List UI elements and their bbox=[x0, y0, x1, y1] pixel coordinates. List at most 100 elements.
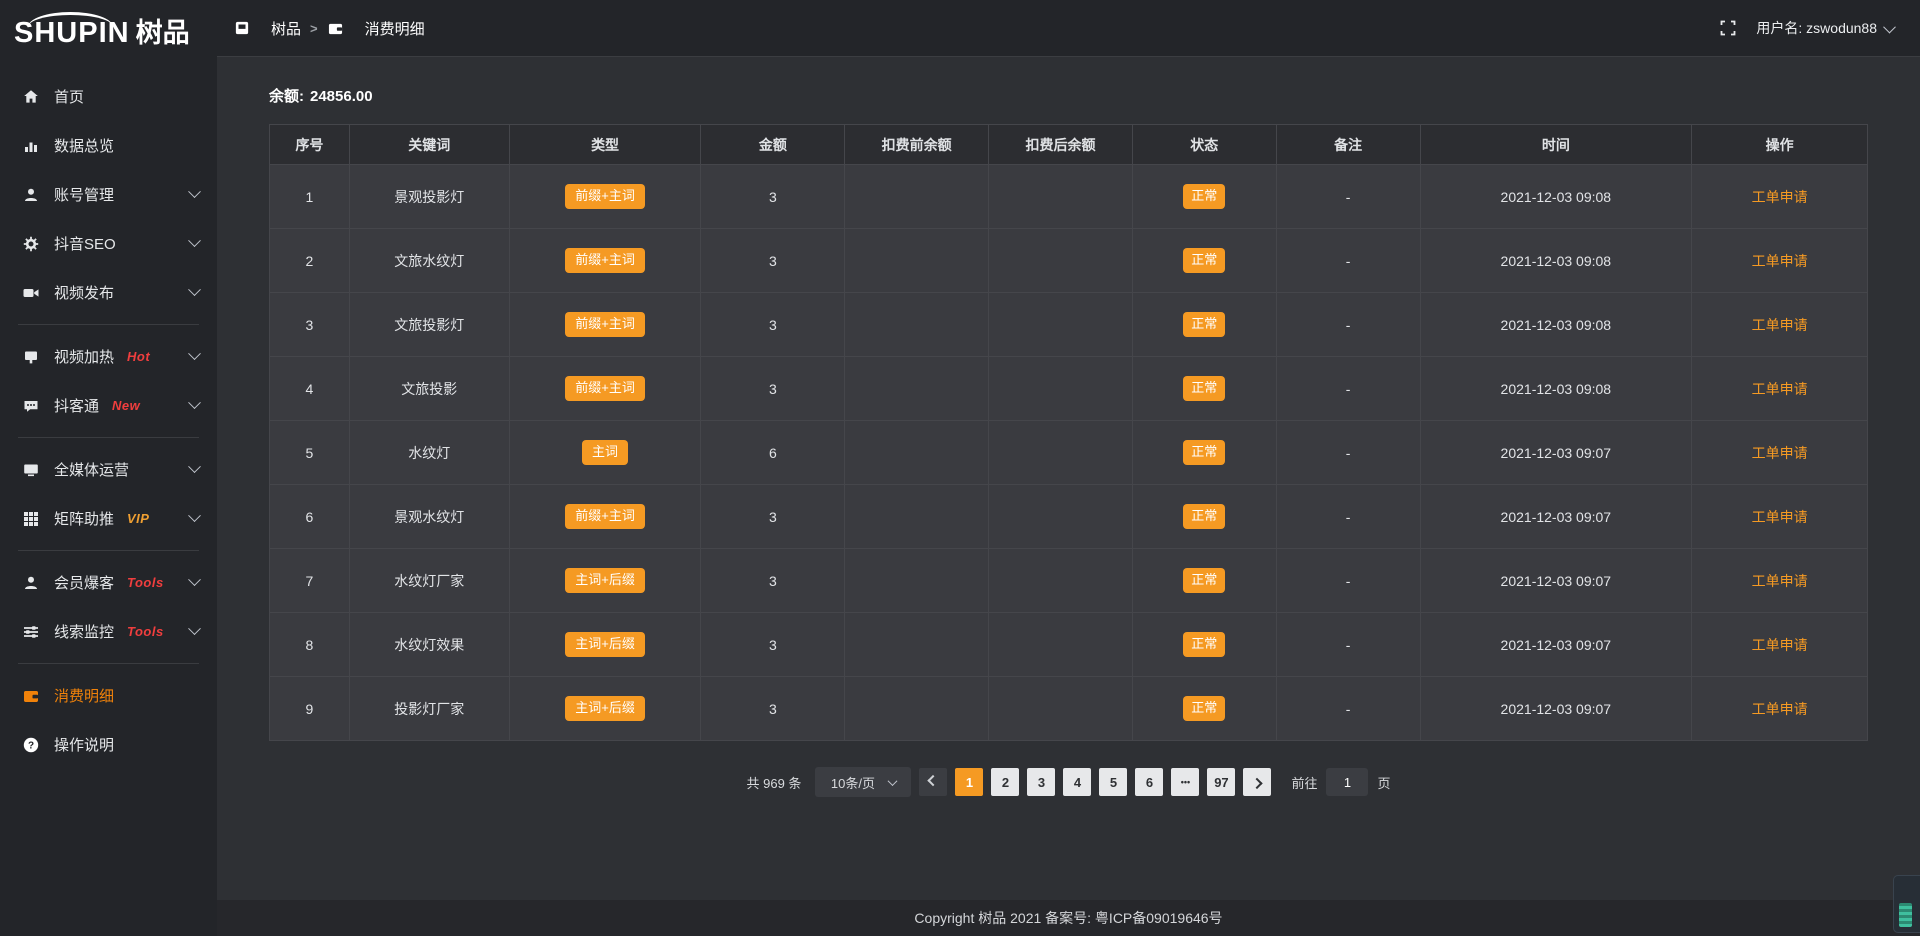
cell-balance-before bbox=[845, 549, 989, 613]
ticket-request-link[interactable]: 工单申请 bbox=[1752, 509, 1808, 525]
cell-index: 6 bbox=[270, 485, 350, 549]
cell-remark: - bbox=[1276, 229, 1420, 293]
page-button-2[interactable]: 2 bbox=[991, 768, 1019, 796]
total-count: 共 969 条 bbox=[747, 773, 802, 792]
column-header: 类型 bbox=[509, 125, 701, 165]
breadcrumb-item-current[interactable]: 消费明细 bbox=[327, 18, 425, 39]
column-header: 金额 bbox=[701, 125, 845, 165]
ticket-request-link[interactable]: 工单申请 bbox=[1752, 317, 1808, 333]
topbar-right: 用户名: zswodun88 bbox=[1720, 18, 1894, 38]
sidebar-item-label: 首页 bbox=[54, 86, 84, 107]
ticket-request-link[interactable]: 工单申请 bbox=[1752, 253, 1808, 269]
sidebar-menu: 首页数据总览账号管理抖音SEO 视频发布视频加热Hot抖客通New 全媒体运营矩阵助… bbox=[0, 58, 217, 769]
sidebar-item-抖音SEO[interactable]: 抖音SEO bbox=[0, 219, 217, 268]
page-size-select[interactable]: 10条/页 bbox=[815, 767, 911, 797]
cell-time: 2021-12-03 09:07 bbox=[1420, 677, 1692, 741]
sidebar-badge: VIP bbox=[127, 511, 149, 526]
page-button-6[interactable]: 6 bbox=[1135, 768, 1163, 796]
sidebar-item-label: 视频发布 bbox=[54, 282, 114, 303]
sidebar-item-抖客通[interactable]: 抖客通New bbox=[0, 381, 217, 430]
page-buttons: 123456 ••• 97 bbox=[955, 768, 1235, 796]
chat-widget[interactable] bbox=[1893, 875, 1920, 933]
cell-balance-after bbox=[989, 293, 1133, 357]
status-badge: 正常 bbox=[1183, 440, 1225, 465]
main-area: 树品 > 消费明细 用户名: zswodun88 bbox=[217, 0, 1920, 936]
sidebar-item-首页[interactable]: 首页 bbox=[0, 72, 217, 121]
ticket-request-link[interactable]: 工单申请 bbox=[1752, 189, 1808, 205]
sidebar-item-数据总览[interactable]: 数据总览 bbox=[0, 121, 217, 170]
cell-index: 5 bbox=[270, 421, 350, 485]
sidebar-item-线索监控[interactable]: 线索监控Tools bbox=[0, 607, 217, 656]
column-header: 序号 bbox=[270, 125, 350, 165]
page-button-4[interactable]: 4 bbox=[1063, 768, 1091, 796]
sidebar-item-视频发布[interactable]: 视频发布 bbox=[0, 268, 217, 317]
page-suffix: 页 bbox=[1377, 773, 1390, 792]
sidebar-item-全媒体运营[interactable]: 全媒体运营 bbox=[0, 445, 217, 494]
cell-amount: 3 bbox=[701, 229, 845, 293]
wallet-icon bbox=[22, 687, 40, 704]
goto-label: 前往 bbox=[1291, 773, 1317, 792]
page-button-3[interactable]: 3 bbox=[1027, 768, 1055, 796]
ticket-request-link[interactable]: 工单申请 bbox=[1752, 701, 1808, 717]
table-row: 1景观投影灯前缀+主词3正常-2021-12-03 09:08工单申请 bbox=[270, 165, 1868, 229]
cell-type: 主词+后缀 bbox=[509, 549, 701, 613]
cell-amount: 3 bbox=[701, 613, 845, 677]
app-icon bbox=[233, 20, 251, 37]
svg-text:?: ? bbox=[28, 740, 34, 751]
cell-balance-after bbox=[989, 613, 1133, 677]
ticket-request-link[interactable]: 工单申请 bbox=[1752, 445, 1808, 461]
page-button-1[interactable]: 1 bbox=[955, 768, 983, 796]
ticket-request-link[interactable]: 工单申请 bbox=[1752, 573, 1808, 589]
sidebar: SHUPIN 树品 首页数据总览账号管理抖音SEO 视频发布视频加热Hot抖客通N… bbox=[0, 0, 217, 936]
user-menu[interactable]: 用户名: zswodun88 bbox=[1756, 18, 1894, 38]
page-button-5[interactable]: 5 bbox=[1099, 768, 1127, 796]
screen-icon bbox=[22, 348, 40, 365]
cell-status: 正常 bbox=[1132, 293, 1276, 357]
ticket-request-link[interactable]: 工单申请 bbox=[1752, 637, 1808, 653]
page-button-97[interactable]: 97 bbox=[1207, 768, 1235, 796]
sidebar-item-账号管理[interactable]: 账号管理 bbox=[0, 170, 217, 219]
sidebar-item-label: 线索监控 bbox=[54, 621, 114, 642]
prev-page-button[interactable] bbox=[919, 768, 947, 796]
cell-index: 3 bbox=[270, 293, 350, 357]
chevron-down-icon bbox=[188, 622, 201, 635]
breadcrumb-label: 消费明细 bbox=[365, 18, 425, 39]
sidebar-item-视频加热[interactable]: 视频加热Hot bbox=[0, 332, 217, 381]
cell-balance-after bbox=[989, 549, 1133, 613]
sidebar-item-消费明细[interactable]: 消费明细 bbox=[0, 671, 217, 720]
gear-icon bbox=[22, 235, 40, 252]
logo[interactable]: SHUPIN 树品 bbox=[0, 0, 217, 58]
goto-page-input[interactable]: 1 bbox=[1326, 768, 1368, 796]
cell-time: 2021-12-03 09:08 bbox=[1420, 229, 1692, 293]
cell-time: 2021-12-03 09:07 bbox=[1420, 421, 1692, 485]
cell-time: 2021-12-03 09:07 bbox=[1420, 549, 1692, 613]
chevron-down-icon bbox=[188, 185, 201, 198]
wallet-icon bbox=[327, 20, 345, 37]
sidebar-item-label: 数据总览 bbox=[54, 135, 114, 156]
cell-type: 主词 bbox=[509, 421, 701, 485]
fullscreen-icon[interactable] bbox=[1720, 20, 1736, 36]
type-badge: 主词+后缀 bbox=[565, 696, 645, 721]
cell-status: 正常 bbox=[1132, 229, 1276, 293]
sidebar-item-操作说明[interactable]: ? 操作说明 bbox=[0, 720, 217, 769]
cell-time: 2021-12-03 09:08 bbox=[1420, 165, 1692, 229]
sidebar-divider bbox=[18, 550, 199, 551]
cell-type: 前缀+主词 bbox=[509, 293, 701, 357]
sidebar-item-矩阵助推[interactable]: 矩阵助推VIP bbox=[0, 494, 217, 543]
sidebar-item-会员爆客[interactable]: 会员爆客Tools bbox=[0, 558, 217, 607]
cell-balance-before bbox=[845, 421, 989, 485]
table-row: 8水纹灯效果主词+后缀3正常-2021-12-03 09:07工单申请 bbox=[270, 613, 1868, 677]
ticket-request-link[interactable]: 工单申请 bbox=[1752, 381, 1808, 397]
chevron-down-icon bbox=[188, 573, 201, 586]
breadcrumb-item-root[interactable]: 树品 bbox=[233, 18, 301, 39]
more-pages-button[interactable]: ••• bbox=[1171, 768, 1199, 796]
chart-icon bbox=[22, 137, 40, 154]
sidebar-item-label: 操作说明 bbox=[54, 734, 114, 755]
column-header: 扣费后余额 bbox=[989, 125, 1133, 165]
cell-balance-after bbox=[989, 485, 1133, 549]
grid-icon bbox=[22, 510, 40, 527]
cell-status: 正常 bbox=[1132, 357, 1276, 421]
chevron-down-icon bbox=[188, 396, 201, 409]
next-page-button[interactable] bbox=[1243, 768, 1271, 796]
balance: 余额:24856.00 bbox=[269, 85, 1868, 106]
